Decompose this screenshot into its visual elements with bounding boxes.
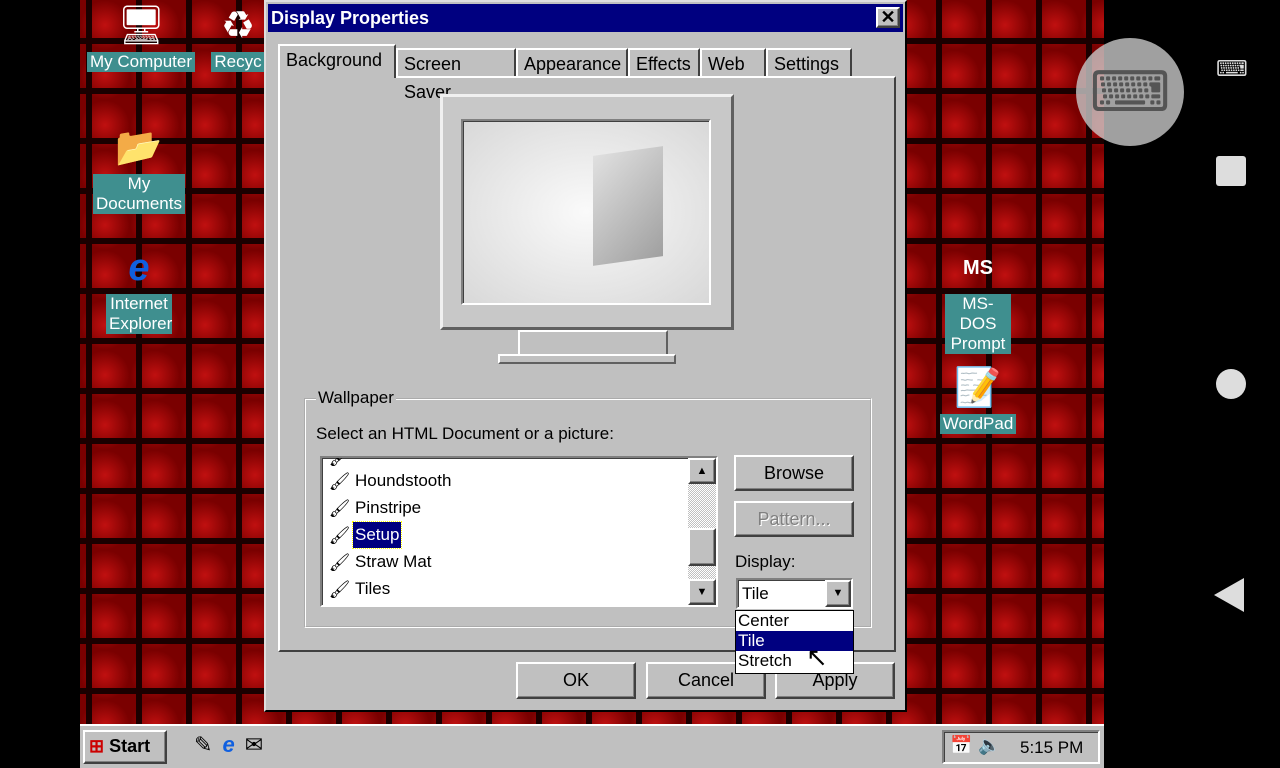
windows-flag-icon: ⊞ xyxy=(89,736,105,756)
keyboard-toggle-icon[interactable]: ⌨ xyxy=(1216,56,1248,82)
quick-launch: ✎ e ✉ xyxy=(194,732,263,758)
scroll-thumb[interactable] xyxy=(688,528,716,566)
display-dropdown[interactable]: Center Tile Stretch xyxy=(735,610,854,674)
tab-screen-saver[interactable]: Screen Saver xyxy=(396,48,516,102)
start-button[interactable]: ⊞ Start xyxy=(83,730,167,764)
system-tray: 📅 🔈 5:15 PM xyxy=(942,730,1100,764)
display-label: Display: xyxy=(735,552,796,571)
scroll-down-button[interactable]: ▼ xyxy=(688,579,716,605)
html-doc-icon: 🖌 xyxy=(328,552,351,572)
monitor-stand xyxy=(518,330,668,356)
wallpaper-group-label: Wallpaper xyxy=(316,388,396,408)
task-scheduler-icon[interactable]: 📅 xyxy=(950,735,972,756)
windows-logo xyxy=(593,146,663,266)
title-bar[interactable]: Display Properties ✕ xyxy=(268,4,903,32)
wordpad-icon: 📝 xyxy=(954,367,1002,409)
keyboard-icon[interactable]: ⌨ xyxy=(1076,38,1184,146)
monitor-base xyxy=(498,354,676,364)
list-item[interactable]: 🖌 Straw Mat xyxy=(326,549,434,575)
desktop-icon-my-documents[interactable]: 📂 My Documents xyxy=(92,124,186,214)
option-tile[interactable]: Tile xyxy=(736,631,853,651)
start-label: Start xyxy=(109,736,151,756)
html-doc-icon: 🖌 xyxy=(328,525,351,545)
scroll-up-button[interactable]: ▲ xyxy=(688,458,716,484)
mouse-cursor-icon: ↖ xyxy=(806,642,828,672)
home-button[interactable] xyxy=(1216,369,1246,399)
back-button[interactable] xyxy=(1214,578,1244,612)
list-item[interactable]: 🖌 Tiles xyxy=(326,576,392,602)
pattern-button[interactable]: Pattern... xyxy=(734,501,854,537)
desktop-icon-my-computer[interactable]: 🖥 My Computer xyxy=(86,2,196,72)
tab-effects[interactable]: Effects xyxy=(628,48,700,78)
html-doc-icon: 🖌 xyxy=(328,579,351,599)
select-prompt: Select an HTML Document or a picture: xyxy=(316,424,614,443)
folder-icon: 📂 xyxy=(115,127,163,169)
volume-icon[interactable]: 🔈 xyxy=(978,735,1000,756)
list-scrollbar[interactable]: ▲ ▼ xyxy=(688,458,716,605)
android-nav-bar: ⌨ ⌨ xyxy=(1076,0,1280,768)
tab-background[interactable]: Background xyxy=(278,44,396,78)
option-center[interactable]: Center xyxy=(736,611,853,631)
display-select[interactable]: Tile ▼ xyxy=(736,578,853,609)
tab-settings[interactable]: Settings xyxy=(766,48,852,78)
list-item[interactable]: 🖌 Houndstooth xyxy=(326,468,453,494)
show-desktop-icon[interactable]: ✎ xyxy=(194,732,212,758)
wallpaper-preview xyxy=(461,119,711,305)
desktop-icon-msdos-prompt[interactable]: MS MS-DOS Prompt xyxy=(942,244,1014,354)
list-item[interactable]: 🖌 Pinstripe xyxy=(326,495,423,521)
ie-icon: e xyxy=(128,247,150,289)
display-properties-dialog: Display Properties ✕ Background Screen S… xyxy=(264,0,907,712)
ok-button[interactable]: OK xyxy=(516,662,636,699)
html-doc-icon: 🖌 xyxy=(328,471,351,491)
msdos-icon: MS xyxy=(963,257,993,279)
chevron-down-icon[interactable]: ▼ xyxy=(825,580,851,607)
html-doc-icon: 🖌 xyxy=(328,498,351,518)
desktop-icon-internet-explorer[interactable]: e Internet Explorer xyxy=(102,244,176,334)
ie-icon[interactable]: e xyxy=(222,732,234,758)
clock[interactable]: 5:15 PM xyxy=(1020,738,1083,758)
list-item-selected[interactable]: 🖌 Setup xyxy=(326,521,403,549)
taskbar: ⊞ Start ✎ e ✉ 📅 🔈 5:15 PM xyxy=(80,724,1104,768)
browse-button[interactable]: Browse xyxy=(734,455,854,491)
computer-icon: 🖥 xyxy=(117,5,166,47)
recycle-bin-icon: ♻ xyxy=(220,5,256,47)
wallpaper-list[interactable]: 🖌 🖌 Houndstooth 🖌 Pinstripe 🖌 Setup 🖌 Straw … xyxy=(320,456,718,607)
option-stretch[interactable]: Stretch xyxy=(736,651,853,671)
display-value: Tile xyxy=(742,584,769,603)
outlook-express-icon[interactable]: ✉ xyxy=(245,732,263,758)
dialog-title: Display Properties xyxy=(271,8,430,28)
desktop-icon-wordpad[interactable]: 📝 WordPad xyxy=(936,364,1020,434)
desktop-icon-recycle-bin[interactable]: ♻ Recyc xyxy=(208,2,268,72)
close-button[interactable]: ✕ xyxy=(876,7,900,28)
monitor-preview xyxy=(440,94,734,330)
tab-web[interactable]: Web xyxy=(700,48,766,78)
recents-button[interactable] xyxy=(1216,156,1246,186)
tab-appearance[interactable]: Appearance xyxy=(516,48,628,78)
